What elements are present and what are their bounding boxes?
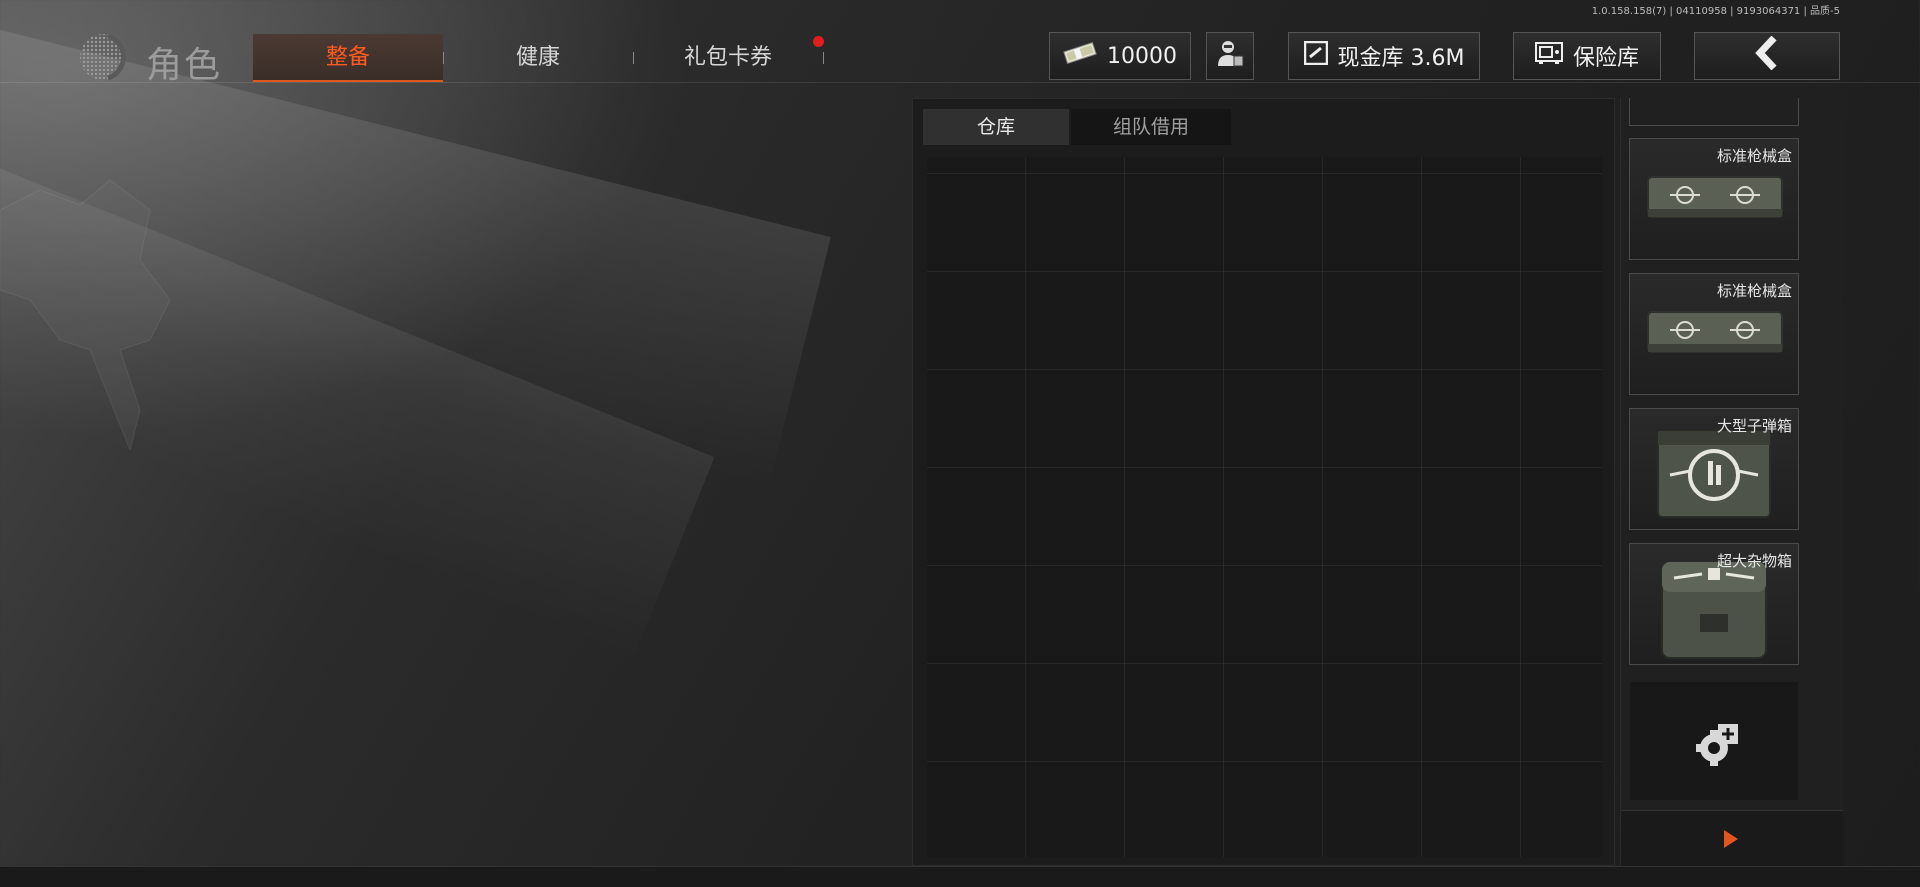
back-button[interactable] bbox=[1694, 32, 1840, 80]
tab-separator bbox=[823, 52, 824, 64]
container-slot[interactable]: 超大杂物箱 bbox=[1629, 543, 1799, 665]
cash-vault-button[interactable]: 现金库 3.6M bbox=[1288, 32, 1480, 80]
top-bar: 角色 整备 健康 礼包卡券 10000 现金库 3.6M 保险库 bbox=[0, 10, 1920, 86]
tab-health[interactable]: 健康 bbox=[443, 34, 633, 82]
currency-display[interactable]: 10000 bbox=[1049, 32, 1191, 80]
inventory-panel: 仓库 组队借用 bbox=[912, 98, 1615, 866]
profile-button[interactable] bbox=[1206, 32, 1254, 80]
safe-icon bbox=[1534, 42, 1563, 70]
cash-icon bbox=[1063, 42, 1097, 70]
currency-value: 10000 bbox=[1107, 43, 1177, 69]
tab-loadout[interactable]: 整备 bbox=[253, 34, 443, 82]
tab-gift-coupons[interactable]: 礼包卡券 bbox=[633, 34, 823, 82]
container-slot[interactable]: 标准枪械盒 bbox=[1629, 273, 1799, 395]
cash-vault-label: 现金库 3.6M bbox=[1337, 46, 1465, 71]
globe-logo-icon bbox=[80, 33, 126, 81]
container-label: 标准枪械盒 bbox=[1716, 147, 1792, 165]
container-slot[interactable]: 大型子弹箱 bbox=[1629, 408, 1799, 530]
cash-vault-icon bbox=[1303, 40, 1328, 71]
safe-vault-label: 保险库 bbox=[1572, 46, 1639, 71]
chevron-left-icon bbox=[1752, 35, 1782, 76]
next-page-button[interactable] bbox=[1621, 810, 1843, 867]
add-container-button[interactable] bbox=[1629, 681, 1799, 801]
container-slot-partial[interactable] bbox=[1629, 98, 1799, 126]
bottom-bar bbox=[0, 866, 1920, 887]
inventory-grid[interactable] bbox=[927, 157, 1602, 857]
safe-vault-button[interactable]: 保险库 bbox=[1513, 32, 1661, 80]
container-list: 标准枪械盒 标准枪械盒 大型子弹箱 超大杂物箱 bbox=[1620, 98, 1843, 867]
add-container-icon bbox=[1696, 724, 1738, 766]
operator-avatar-icon bbox=[1215, 38, 1245, 74]
page-title: 角色 bbox=[146, 45, 223, 86]
background-map-graphic bbox=[0, 179, 171, 450]
tab-team-borrow[interactable]: 组队借用 bbox=[1071, 109, 1231, 145]
notification-dot bbox=[813, 36, 824, 47]
container-slot[interactable]: 标准枪械盒 bbox=[1629, 138, 1799, 260]
container-label: 标准枪械盒 bbox=[1716, 282, 1792, 300]
arrow-right-icon bbox=[1724, 830, 1738, 848]
container-label: 超大杂物箱 bbox=[1716, 552, 1792, 570]
tab-warehouse[interactable]: 仓库 bbox=[923, 109, 1069, 145]
container-label: 大型子弹箱 bbox=[1716, 417, 1792, 435]
